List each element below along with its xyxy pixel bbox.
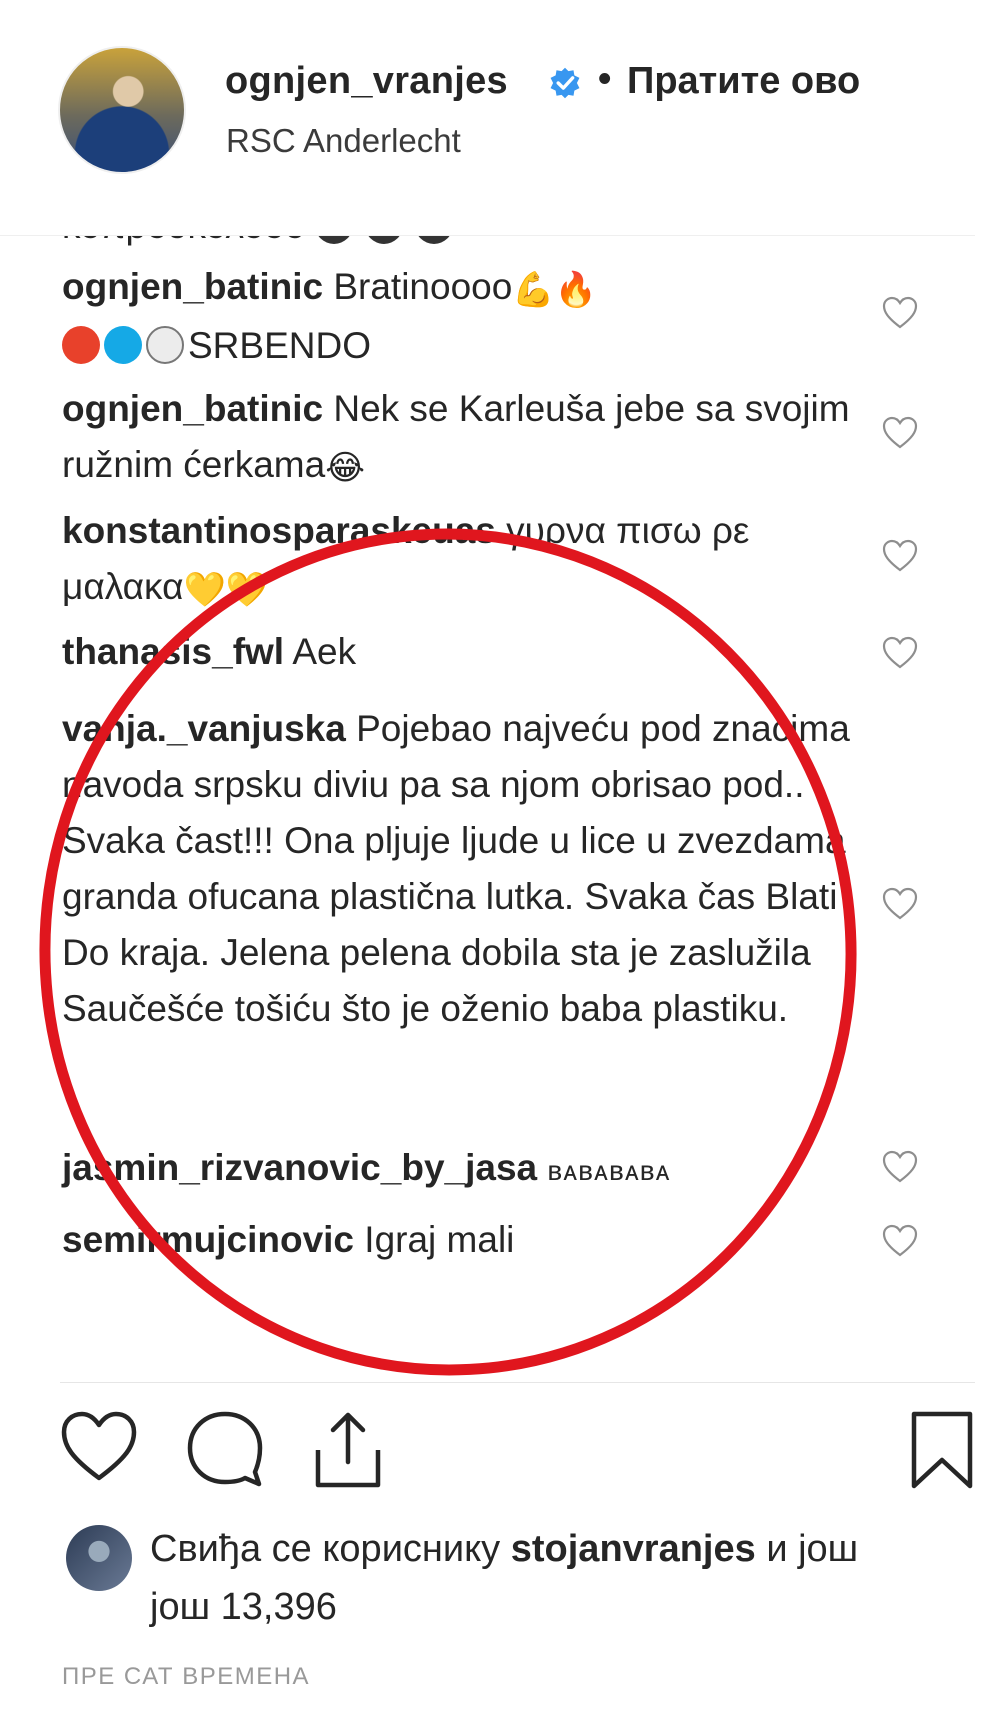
liker-username[interactable]: stojanvranjes bbox=[511, 1528, 756, 1570]
cut-off-comment: κοπρουκολοοο bbox=[62, 236, 465, 254]
tears-of-joy-emoji: 😂 bbox=[325, 449, 365, 487]
likes-prefix: Свиђа се кориснику bbox=[150, 1528, 501, 1570]
liker-avatar[interactable] bbox=[66, 1525, 132, 1591]
white-circle-emoji bbox=[146, 326, 184, 364]
comment-username[interactable]: thanasis_fwl bbox=[62, 631, 284, 672]
comment-like-heart-icon[interactable] bbox=[882, 887, 918, 921]
comment-item: thanasis_fwl Aek bbox=[62, 624, 862, 680]
post-action-bar bbox=[0, 1410, 1000, 1510]
comment-text: Aek bbox=[292, 631, 357, 672]
red-circle-emoji bbox=[62, 326, 100, 364]
flexed-biceps-emoji: 💪 bbox=[512, 271, 555, 309]
comment-username[interactable]: ognjen_batinic bbox=[62, 388, 323, 429]
comment-username[interactable]: ognjen_batinic bbox=[62, 266, 323, 307]
comment-item: semirmujcinovic Igraj mali bbox=[62, 1212, 862, 1268]
fire-emoji: 🔥 bbox=[554, 271, 598, 309]
comment-like-heart-icon[interactable] bbox=[882, 539, 918, 573]
profile-username[interactable]: ognjen_vranjes bbox=[225, 60, 508, 103]
comment-item: konstantinosparaskeuas γυρνα πισω ρε μαλ… bbox=[62, 503, 862, 618]
comment-like-heart-icon[interactable] bbox=[882, 1150, 918, 1184]
comment-text: Pojebao najveću pod znacima navoda srpsk… bbox=[62, 708, 850, 1029]
comment-username[interactable]: konstantinosparaskeuas bbox=[62, 510, 496, 551]
comment-item: jasmin_rizvanovic_by_jasa ʙᴀʙᴀʙᴀʙᴀ bbox=[62, 1140, 862, 1199]
comment-text: Igraj mali bbox=[364, 1219, 515, 1260]
bookmark-icon[interactable] bbox=[910, 1410, 974, 1490]
comment-text: ʙᴀʙᴀʙᴀʙᴀ bbox=[547, 1155, 671, 1186]
heart-icon[interactable] bbox=[60, 1410, 138, 1484]
post-header: ognjen_vranjes • Пратите ово RSC Anderle… bbox=[0, 0, 1000, 230]
likes-count[interactable]: још 13,396 bbox=[150, 1586, 337, 1628]
comment-username[interactable]: vanja._vanjuska bbox=[62, 708, 346, 749]
follow-button[interactable]: Пратите ово bbox=[627, 60, 860, 103]
comment-text-line2: SRBENDO bbox=[188, 325, 371, 366]
likes-summary: Свиђа се кориснику stojanvranjes и још ј… bbox=[150, 1520, 970, 1636]
yellow-heart-emoji: 💛 bbox=[225, 571, 269, 609]
header-separator: • bbox=[598, 58, 612, 100]
likes-middle: и још bbox=[766, 1528, 859, 1570]
black-circle-emojis bbox=[315, 236, 465, 254]
comment-username[interactable]: jasmin_rizvanovic_by_jasa bbox=[62, 1147, 537, 1188]
post-timestamp[interactable]: ПРЕ САТ ВРЕМЕНА bbox=[62, 1663, 310, 1691]
comment-like-heart-icon[interactable] bbox=[882, 296, 918, 330]
section-divider bbox=[60, 1382, 975, 1383]
comment-like-heart-icon[interactable] bbox=[882, 1224, 918, 1258]
comment-text: Bratinoooo bbox=[333, 266, 513, 307]
cut-off-comment-text: κοπρουκολοοο bbox=[62, 236, 305, 246]
yellow-heart-emoji: 💛 bbox=[183, 571, 226, 609]
share-icon[interactable] bbox=[313, 1410, 383, 1490]
comment-like-heart-icon[interactable] bbox=[882, 416, 918, 450]
comment-username[interactable]: semirmujcinovic bbox=[62, 1219, 354, 1260]
verified-badge-icon bbox=[550, 67, 580, 99]
blue-circle-emoji bbox=[104, 326, 142, 364]
comment-bubble-icon[interactable] bbox=[185, 1410, 265, 1488]
comment-item: ognjen_batinic Nek se Karleuša jebe sa s… bbox=[62, 381, 862, 496]
post-location[interactable]: RSC Anderlecht bbox=[226, 122, 461, 160]
comment-item: vanja._vanjuska Pojebao najveću pod znac… bbox=[62, 701, 862, 1037]
comments-list[interactable]: κοπρουκολοοο ognjen_batinic Bratinoooo💪🔥… bbox=[0, 235, 975, 1383]
profile-avatar[interactable] bbox=[58, 46, 186, 174]
comment-item: ognjen_batinic Bratinoooo💪🔥 SRBENDO bbox=[62, 259, 862, 374]
comment-like-heart-icon[interactable] bbox=[882, 636, 918, 670]
